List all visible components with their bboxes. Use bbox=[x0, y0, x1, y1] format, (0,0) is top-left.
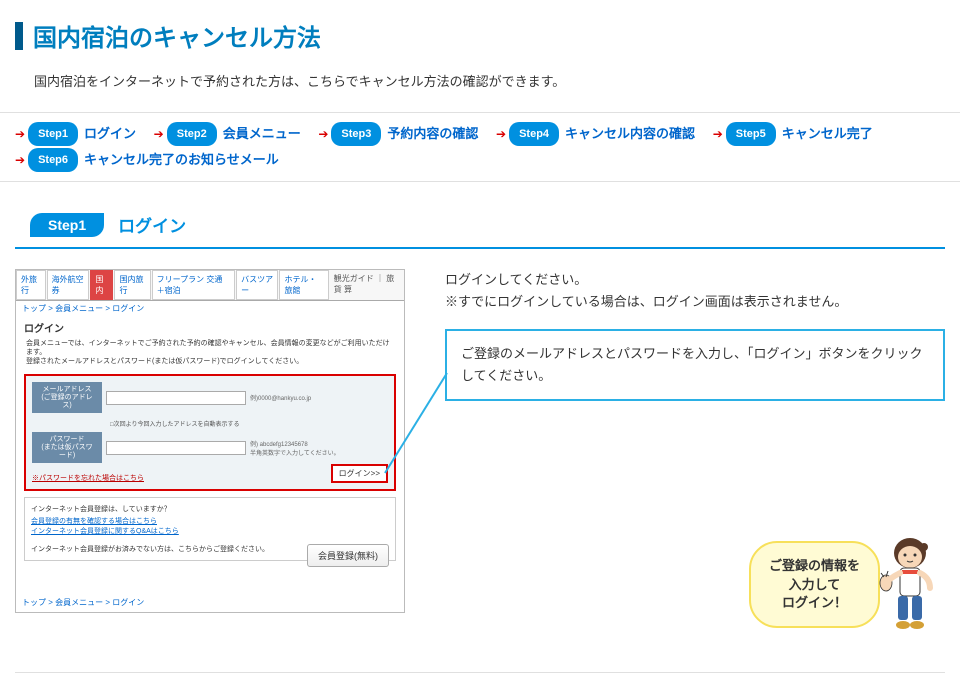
desc-line-1: ログインしてください。 bbox=[445, 272, 587, 287]
mock-register-box: インターネット会員登録は、していますか？ 会員登録の有無を確認する場合はこちら … bbox=[24, 497, 396, 561]
section-header: Step1 ログイン bbox=[15, 182, 945, 249]
step-label: ログイン bbox=[84, 121, 136, 147]
mascot-icon bbox=[872, 533, 942, 643]
mock-forgot-link: ※パスワードを忘れた場合はこちら bbox=[32, 473, 144, 483]
mock-reg-q: インターネット会員登録は、していますか？ bbox=[31, 504, 389, 514]
step-label: 会員メニュー bbox=[223, 121, 301, 147]
mock-breadcrumb: トップ > 会員メニュー > ログイン bbox=[16, 301, 404, 316]
step-label: キャンセル完了のお知らせメール bbox=[84, 147, 279, 173]
page-title: 国内宿泊のキャンセル方法 bbox=[33, 18, 321, 53]
mock-reg-desc-text: インターネット会員登録がお済みでない方は、こちらからご登録ください。 bbox=[31, 546, 269, 553]
step-badge: Step5 bbox=[726, 122, 776, 146]
mock-login-desc: 会員メニューでは、インターネットでご予約された予約の確認やキャンセル、会員情報の… bbox=[16, 339, 404, 370]
desc-line-2: ※すでにログインしている場合は、ログイン画面は表示されません。 bbox=[445, 294, 847, 309]
mock-pw-input bbox=[106, 441, 246, 455]
arrow-right-icon: ➔ bbox=[318, 122, 328, 146]
mock-reg-link: インターネット会員登録に関するQ&Aはこちら bbox=[31, 526, 389, 536]
mock-pw-label: パスワード (または仮パスワード) bbox=[32, 432, 102, 463]
mock-tab-active: 国内 bbox=[90, 270, 113, 300]
mock-tabs: 外旅行 海外航空券 国内 国内旅行 フリープラン 交通＋宿泊 バスツアー ホテル… bbox=[16, 270, 404, 301]
step-link-5[interactable]: ➔ Step5 キャンセル完了 bbox=[713, 121, 873, 147]
mock-tab: フリープラン 交通＋宿泊 bbox=[152, 270, 235, 300]
step-link-1[interactable]: ➔ Step1 ログイン bbox=[15, 121, 136, 147]
step-link-2[interactable]: ➔ Step2 会員メニュー bbox=[154, 121, 301, 147]
step-badge: Step1 bbox=[28, 122, 78, 146]
step-badge: Step2 bbox=[167, 122, 217, 146]
mock-tab-right: 観光ガイド ｜ 旅 貨 算 bbox=[330, 270, 404, 300]
callout-box: ご登録のメールアドレスとパスワードを入力し、「ログイン」ボタンをクリックしてくだ… bbox=[445, 329, 945, 401]
step-badge: Step3 bbox=[331, 122, 381, 146]
page-subtitle: 国内宿泊をインターネットで予約された方は、こちらでキャンセル方法の確認ができます… bbox=[0, 65, 960, 112]
speech-bubble: ご登録の情報を 入力して ログイン！ bbox=[749, 541, 880, 628]
mock-tab: 海外航空券 bbox=[47, 270, 90, 300]
mock-checkbox: □次回より今回入力したアドレスを自動表示する bbox=[32, 419, 388, 428]
mock-email-input bbox=[106, 391, 246, 405]
callout-arrow-icon bbox=[381, 369, 451, 479]
description-text: ログインしてください。 ※すでにログインしている場合は、ログイン画面は表示されま… bbox=[445, 269, 945, 313]
mock-reg-link: 会員登録の有無を確認する場合はこちら bbox=[31, 516, 389, 526]
callout-text: ご登録のメールアドレスとパスワードを入力し、「ログイン」ボタンをクリックしてくだ… bbox=[461, 346, 923, 383]
mock-email-hint: 例)0000@hankyu.co.jp bbox=[250, 393, 311, 402]
step-label: キャンセル内容の確認 bbox=[565, 121, 695, 147]
mock-register-button: 会員登録(無料) bbox=[307, 544, 389, 567]
mock-tab: 外旅行 bbox=[16, 270, 46, 300]
mock-tab: ホテル・旅館 bbox=[279, 270, 328, 300]
login-screen-mockup: 外旅行 海外航空券 国内 国内旅行 フリープラン 交通＋宿泊 バスツアー ホテル… bbox=[15, 269, 405, 613]
mock-pw-row: パスワード (または仮パスワード) 例) abcdefg12345678 半角英… bbox=[32, 432, 388, 463]
step-link-6[interactable]: ➔ Step6 キャンセル完了のお知らせメール bbox=[15, 147, 279, 173]
mascot-character bbox=[872, 533, 942, 643]
mock-tab: バスツアー bbox=[236, 270, 278, 300]
mock-tab: 国内旅行 bbox=[114, 270, 150, 300]
mock-reg-desc: インターネット会員登録がお済みでない方は、こちらからご登録ください。 会員登録(… bbox=[31, 544, 389, 554]
step-link-3[interactable]: ➔ Step3 予約内容の確認 bbox=[318, 121, 478, 147]
title-marker bbox=[15, 22, 23, 50]
arrow-right-icon: ➔ bbox=[154, 122, 164, 146]
mock-email-row: メールアドレス (ご登録のアドレス) 例)0000@hankyu.co.jp bbox=[32, 382, 388, 413]
mock-email-label: メールアドレス (ご登録のアドレス) bbox=[32, 382, 102, 413]
arrow-right-icon: ➔ bbox=[713, 122, 723, 146]
step-badge: Step6 bbox=[28, 148, 78, 172]
mock-login-title: ログイン bbox=[16, 316, 404, 339]
step-navigation: ➔ Step1 ログイン ➔ Step2 会員メニュー ➔ Step3 予約内容… bbox=[0, 112, 960, 182]
mock-login-box: メールアドレス (ご登録のアドレス) 例)0000@hankyu.co.jp □… bbox=[24, 374, 396, 491]
screenshot-column: 外旅行 海外航空券 国内 国内旅行 フリープラン 交通＋宿泊 バスツアー ホテル… bbox=[15, 269, 405, 613]
step-badge: Step4 bbox=[509, 122, 559, 146]
bubble-line: ご登録の情報を bbox=[769, 558, 860, 573]
bubble-line: 入力して bbox=[789, 577, 841, 592]
section-badge: Step1 bbox=[30, 213, 104, 237]
mock-pw-hint: 例) abcdefg12345678 半角英数字で入力してください。 bbox=[250, 439, 340, 457]
mock-bottom-breadcrumb: トップ > 会員メニュー > ログイン bbox=[16, 567, 404, 612]
bubble-line: ログイン！ bbox=[782, 595, 847, 610]
arrow-right-icon: ➔ bbox=[15, 148, 25, 172]
arrow-right-icon: ➔ bbox=[496, 122, 506, 146]
arrow-right-icon: ➔ bbox=[15, 122, 25, 146]
section-title: ログイン bbox=[118, 212, 186, 237]
step-link-4[interactable]: ➔ Step4 キャンセル内容の確認 bbox=[496, 121, 695, 147]
content-row: 外旅行 海外航空券 国内 国内旅行 フリープラン 交通＋宿泊 バスツアー ホテル… bbox=[0, 269, 960, 633]
step-label: キャンセル完了 bbox=[782, 121, 873, 147]
step-label: 予約内容の確認 bbox=[387, 121, 478, 147]
mascot-area: ご登録の情報を 入力して ログイン！ bbox=[749, 533, 942, 643]
mock-login-button: ログイン>> bbox=[331, 464, 388, 483]
